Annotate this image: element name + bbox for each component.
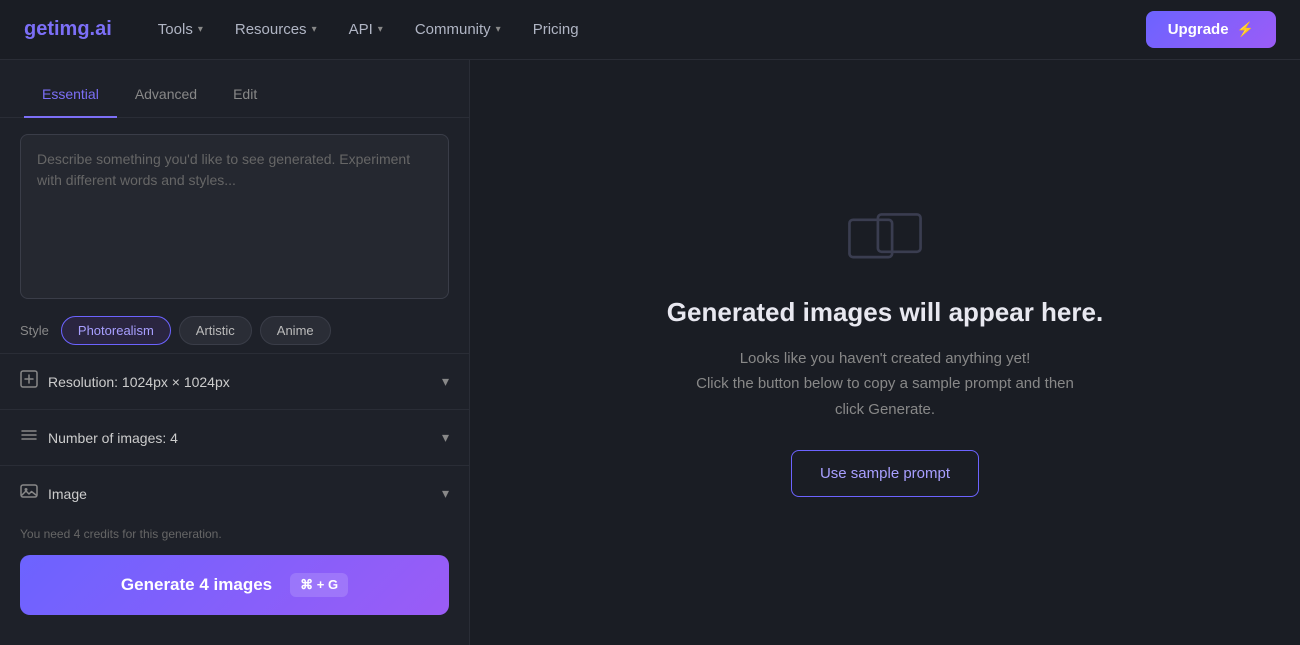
- accordion-image-header[interactable]: Image ▾: [20, 466, 449, 521]
- sample-prompt-button[interactable]: Use sample prompt: [791, 450, 979, 497]
- upgrade-button[interactable]: Upgrade ⚡: [1146, 11, 1276, 48]
- main-layout: Essential Advanced Edit Style Photoreali…: [0, 60, 1300, 645]
- accordion-resolution: Resolution: 1024px × 1024px ▾: [0, 353, 469, 409]
- credits-text: You need 4 credits for this generation.: [0, 521, 469, 545]
- style-anime[interactable]: Anime: [260, 316, 331, 345]
- tab-advanced[interactable]: Advanced: [117, 76, 215, 118]
- upgrade-label: Upgrade: [1168, 21, 1229, 38]
- nav-api[interactable]: API ▾: [335, 13, 397, 46]
- image-icon: [20, 482, 38, 505]
- style-label: Style: [20, 323, 49, 338]
- generate-btn-wrapper: Generate 4 images ⌘ + G: [0, 545, 469, 635]
- chevron-down-icon: ▾: [442, 429, 449, 446]
- chevron-down-icon: ▾: [442, 485, 449, 502]
- generate-label: Generate 4 images: [121, 575, 272, 595]
- accordion-resolution-header[interactable]: Resolution: 1024px × 1024px ▾: [20, 354, 449, 409]
- chevron-down-icon: ▾: [312, 24, 317, 35]
- prompt-area: [20, 134, 449, 304]
- nav-community[interactable]: Community ▾: [401, 13, 515, 46]
- style-row: Style Photorealism Artistic Anime: [0, 304, 469, 353]
- image-label: Image: [48, 486, 87, 502]
- generate-button[interactable]: Generate 4 images ⌘ + G: [20, 555, 449, 615]
- tab-essential[interactable]: Essential: [24, 76, 117, 118]
- right-panel: Generated images will appear here. Looks…: [470, 60, 1300, 645]
- placeholder-desc: Looks like you haven't created anything …: [696, 346, 1074, 423]
- chevron-down-icon: ▾: [442, 373, 449, 390]
- navbar: getimg.ai Tools ▾ Resources ▾ API ▾ Comm…: [0, 0, 1300, 60]
- nav-links: Tools ▾ Resources ▾ API ▾ Community ▾ Pr…: [144, 13, 1146, 46]
- num-images-label: Number of images: 4: [48, 430, 178, 446]
- left-panel: Essential Advanced Edit Style Photoreali…: [0, 60, 470, 645]
- accordion-image: Image ▾: [0, 465, 469, 521]
- resolution-label: Resolution: 1024px × 1024px: [48, 374, 230, 390]
- nav-pricing[interactable]: Pricing: [519, 13, 593, 46]
- prompt-textarea[interactable]: [20, 134, 449, 299]
- generate-shortcut: ⌘ + G: [290, 573, 348, 597]
- accordion-num-images: Number of images: 4 ▾: [0, 409, 469, 465]
- tab-bar: Essential Advanced Edit: [0, 60, 469, 118]
- resolution-icon: [20, 370, 38, 393]
- placeholder-icon: [845, 208, 925, 268]
- logo-text: getimg.ai: [24, 18, 112, 40]
- logo[interactable]: getimg.ai: [24, 18, 112, 41]
- nav-resources[interactable]: Resources ▾: [221, 13, 331, 46]
- placeholder-title: Generated images will appear here.: [667, 296, 1103, 330]
- tab-edit[interactable]: Edit: [215, 76, 275, 118]
- style-photorealism[interactable]: Photorealism: [61, 316, 171, 345]
- num-images-icon: [20, 426, 38, 449]
- chevron-down-icon: ▾: [378, 24, 383, 35]
- bolt-icon: ⚡: [1237, 21, 1254, 38]
- nav-tools[interactable]: Tools ▾: [144, 13, 217, 46]
- chevron-down-icon: ▾: [496, 24, 501, 35]
- chevron-down-icon: ▾: [198, 24, 203, 35]
- style-artistic[interactable]: Artistic: [179, 316, 252, 345]
- accordion-num-images-header[interactable]: Number of images: 4 ▾: [20, 410, 449, 465]
